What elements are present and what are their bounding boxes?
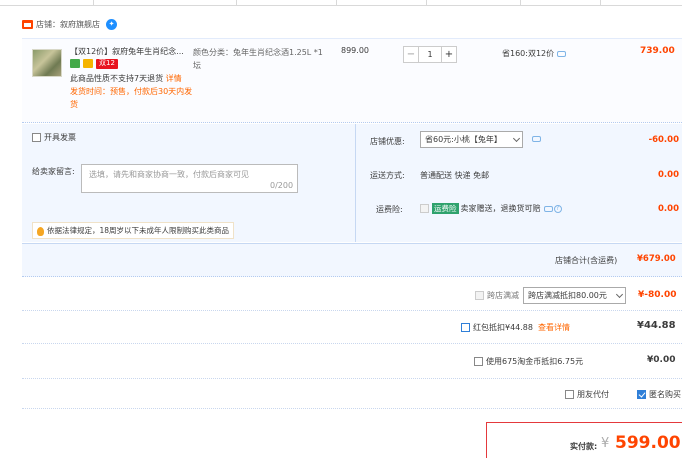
chat-icon[interactable]: ✦ [106, 19, 117, 30]
product-thumbnail[interactable] [32, 49, 62, 77]
unit-price: 899.00 [341, 46, 369, 55]
invoice-label: 开具发票 [44, 133, 76, 142]
cross-shop-value: ¥-80.00 [638, 290, 677, 300]
cross-shop-checkbox [475, 291, 484, 300]
shop-name[interactable]: 店铺：叙府旗舰店 [36, 19, 100, 30]
sku-info: 颜色分类：兔年生肖纪念酒1.25L *1坛 [193, 48, 323, 70]
shipping-method: 普通配送 快递 免邮 [420, 171, 490, 180]
comment-icon[interactable] [543, 205, 553, 212]
message-label: 给卖家留言: [32, 167, 75, 176]
insurance-text: 卖家赠送，退换货可赔 [460, 204, 541, 213]
product-tags: 双12 [70, 59, 118, 69]
message-placeholder: 选填，请先和商家协商一致，付款后商家可见 [89, 170, 249, 179]
coins-option: 使用675淘金币抵扣6.75元 [474, 356, 583, 367]
shipping-label: 运送方式: [370, 171, 405, 180]
shop-total-value: ¥679.00 [637, 254, 676, 264]
payment-total: 599.00 [615, 433, 681, 453]
anonymous-checkbox[interactable] [637, 390, 646, 399]
shop-total-label: 店铺合计(含运费) [555, 256, 618, 265]
divider [22, 310, 682, 311]
shop-icon [22, 20, 33, 29]
promo-tag: 双12 [96, 59, 118, 69]
no-return-text: 此商品性质不支持7天退货 [70, 74, 164, 83]
comment-icon[interactable] [557, 50, 567, 57]
coins-checkbox[interactable] [474, 357, 483, 366]
coins-value: ¥0.00 [647, 355, 676, 365]
shop-discount-select[interactable]: 省60元:小桃【兔年】 [420, 131, 523, 148]
divider [22, 378, 682, 379]
product-notes: 此商品性质不支持7天退货 详情 发货时间：预售，付款后30天内发货 [70, 72, 195, 111]
currency-symbol: ¥ [601, 436, 610, 451]
quantity-input[interactable]: 1 [419, 46, 441, 63]
bulb-icon [37, 226, 44, 236]
invoice-checkbox[interactable] [32, 133, 41, 142]
shop-header: 店铺：叙府旗舰店 ✦ [22, 19, 117, 30]
divider [22, 408, 682, 409]
message-char-count: 0/200 [270, 181, 294, 190]
help-icon[interactable]: ? [553, 204, 562, 213]
card-icon [83, 59, 93, 68]
coins-label: 使用675淘金币抵扣6.75元 [486, 357, 584, 366]
red-packet-value: ¥44.88 [637, 320, 676, 331]
chevron-down-icon [615, 290, 624, 299]
law-notice-text: 依据法律规定，18周岁以下未成年人限制购买此类商品 [47, 226, 230, 235]
shop-discount-value-text: 省60元:小桃【兔年】 [425, 135, 502, 144]
insurance-label: 运费险: [376, 205, 403, 214]
cross-shop-label: 跨店满减 [487, 291, 519, 300]
shipping-amount: 0.00 [658, 170, 679, 180]
cross-shop-discount: 跨店满减 跨店满减抵扣80.00元 [475, 287, 626, 304]
chevron-down-icon [512, 134, 521, 143]
saving-text: 省160:双12价 [502, 48, 567, 59]
friend-pay-option: 朋友代付 [565, 389, 609, 400]
red-packet-label: 红包抵扣¥44.88 [473, 323, 533, 332]
quantity-stepper: − 1 + [403, 46, 457, 63]
cross-shop-select-text: 跨店满减抵扣80.00元 [528, 291, 607, 300]
anonymous-option: 匿名购买 [637, 389, 681, 400]
ship-time-text: 发货时间：预售，付款后30天内发货 [70, 87, 193, 109]
options-divider [355, 124, 356, 242]
law-notice: 依据法律规定，18周岁以下未成年人限制购买此类商品 [32, 222, 235, 239]
friend-pay-checkbox[interactable] [565, 390, 574, 399]
item-subtotal: 739.00 [640, 46, 675, 56]
anonymous-label: 匿名购买 [649, 390, 681, 399]
friend-pay-label: 朋友代付 [577, 390, 609, 399]
product-title[interactable]: 【双12价】叙府兔年生肖纪念... [70, 46, 190, 57]
divider [22, 343, 682, 344]
red-packet-checkbox[interactable] [461, 323, 470, 332]
payment-label: 实付款: [570, 442, 598, 451]
insurance-checkbox [420, 204, 429, 213]
cross-shop-select[interactable]: 跨店满减抵扣80.00元 [523, 287, 626, 304]
guarantee-icon [70, 59, 80, 68]
insurance-amount: 0.00 [658, 204, 679, 214]
detail-link[interactable]: 详情 [166, 74, 182, 83]
invoice-option[interactable]: 开具发票 [32, 132, 76, 143]
decrement-button[interactable]: − [403, 46, 419, 63]
increment-button[interactable]: + [441, 46, 457, 63]
shop-discount-label: 店铺优惠: [370, 137, 405, 146]
shop-discount-amount: -60.00 [648, 135, 679, 145]
red-packet-option: 红包抵扣¥44.88 查看详情 [461, 322, 570, 333]
insurance-badge: 运费险 [432, 203, 459, 214]
insurance-option: 运费险 卖家赠送，退换货可赔 ? [420, 203, 562, 214]
comment-icon[interactable] [532, 136, 541, 142]
red-packet-detail-link[interactable]: 查看详情 [538, 322, 570, 333]
table-header-line [0, 0, 682, 6]
saving-label: 省160:双12价 [502, 49, 555, 58]
